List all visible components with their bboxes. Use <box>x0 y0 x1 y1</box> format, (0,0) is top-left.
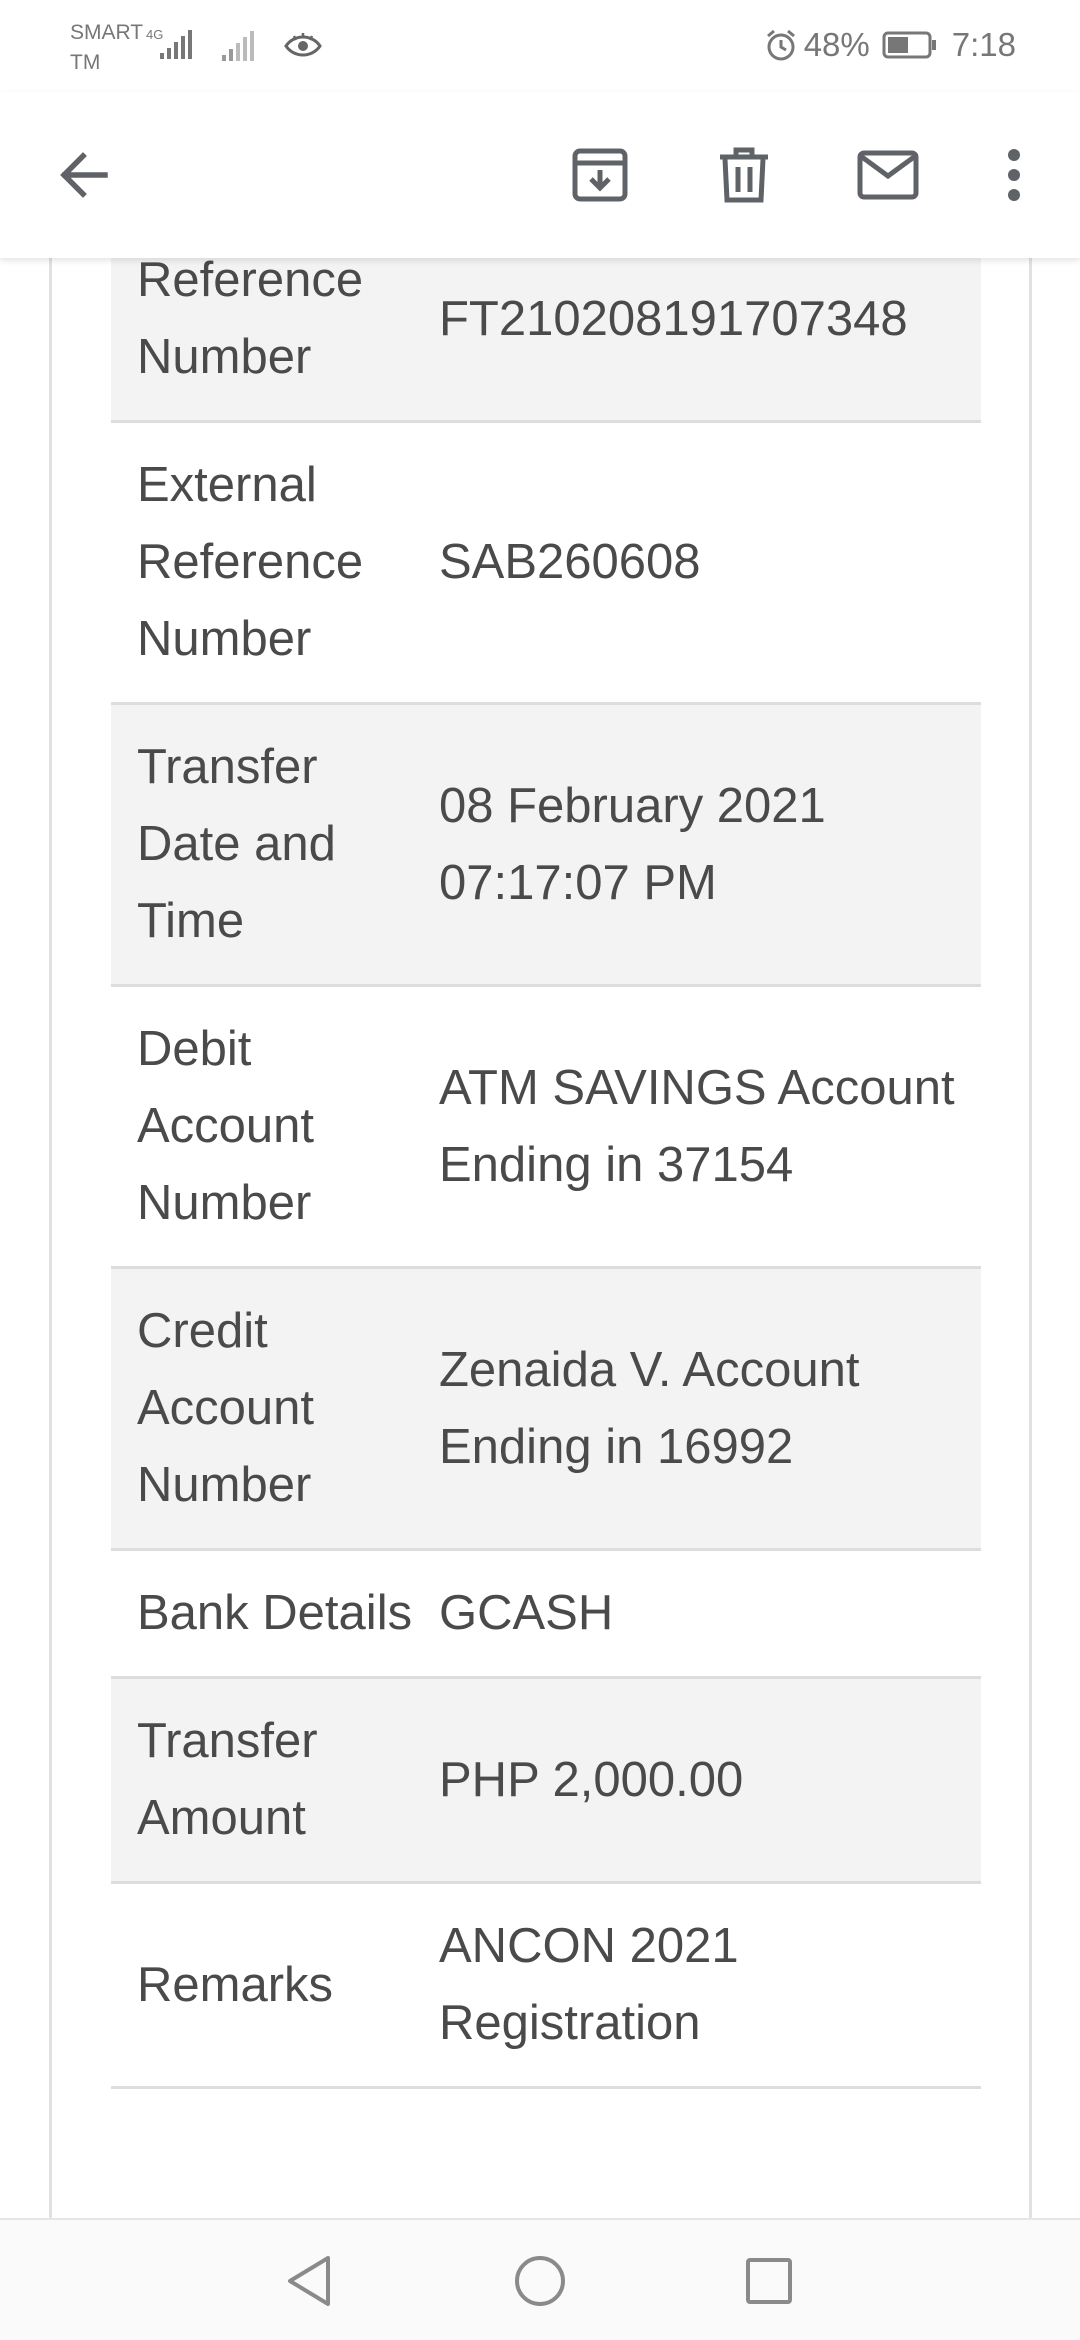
row-value: Zenaida V. Account Ending in 16992 <box>439 1342 860 1474</box>
row-label: Remarks <box>137 1957 334 2012</box>
transaction-details-table: Reference Number FT210208191707348 Exter… <box>111 258 981 2089</box>
nav-back-button[interactable] <box>276 2250 342 2316</box>
table-row: Remarks ANCON 2021 Registration <box>111 1883 981 2088</box>
table-row: Reference Number FT210208191707348 <box>111 258 981 422</box>
eye-icon <box>284 31 322 66</box>
row-label: Debit Account Number <box>137 1022 315 1230</box>
row-value: FT210208191707348 <box>439 291 908 346</box>
table-row: Transfer Date and Time 08 February 2021 … <box>111 703 981 986</box>
email-toolbar <box>0 92 1080 258</box>
row-value: ATM SAVINGS Account Ending in 37154 <box>439 1060 955 1192</box>
delete-icon <box>716 145 772 205</box>
signal-icon: 4G <box>146 27 196 66</box>
back-button[interactable] <box>40 132 126 218</box>
table-row: Bank Details GCASH <box>111 1550 981 1678</box>
table-row: Debit Account Number ATM SAVINGS Account… <box>111 986 981 1268</box>
row-label: Transfer Date and Time <box>137 740 336 948</box>
row-value: PHP 2,000.00 <box>439 1752 744 1807</box>
alarm-icon <box>764 28 798 62</box>
row-value: 08 February 2021 07:17:07 PM <box>439 778 826 910</box>
nav-back-icon <box>284 2254 334 2313</box>
table-row: Transfer Amount PHP 2,000.00 <box>111 1677 981 1883</box>
row-value: SAB260608 <box>439 535 701 589</box>
status-left-icons: 4G <box>146 26 322 66</box>
row-value: ANCON 2021 Registration <box>439 1919 739 2050</box>
nav-recents-button[interactable] <box>736 2250 802 2316</box>
row-label: Reference Number <box>137 258 364 384</box>
carrier-label: SMART TM <box>70 21 143 74</box>
delete-button[interactable] <box>701 132 787 218</box>
more-vert-icon <box>1004 147 1024 203</box>
mark-unread-icon <box>856 149 920 201</box>
archive-icon <box>570 145 630 205</box>
mark-unread-button[interactable] <box>845 132 931 218</box>
signal-secondary-icon <box>222 31 258 66</box>
table-row: External Reference Number SAB260608 <box>111 422 981 704</box>
battery-percent: 48% <box>803 26 870 63</box>
back-arrow-icon <box>55 147 111 203</box>
row-value: GCASH <box>439 1586 614 1640</box>
status-right-icons: 48% 7:18 <box>764 22 1016 68</box>
more-options-button[interactable] <box>971 132 1057 218</box>
system-nav-bar <box>0 2218 1080 2340</box>
row-label: Credit Account Number <box>137 1304 315 1512</box>
table-row: Credit Account Number Zenaida V. Account… <box>111 1267 981 1550</box>
row-label: Bank Details <box>137 1586 413 1640</box>
clock-time: 7:18 <box>951 26 1016 63</box>
network-type-label: 4G <box>146 27 163 42</box>
email-body[interactable]: Reference Number FT210208191707348 Exter… <box>0 258 1080 2218</box>
archive-button[interactable] <box>557 132 643 218</box>
status-bar: SMART TM 4G 48% 7:18 <box>0 0 1080 92</box>
row-label: External Reference Number <box>137 458 364 666</box>
nav-home-icon <box>513 2254 567 2313</box>
nav-home-button[interactable] <box>507 2250 573 2316</box>
battery-icon <box>882 30 938 60</box>
row-label: Transfer Amount <box>137 1714 318 1845</box>
nav-recents-icon <box>744 2256 794 2311</box>
